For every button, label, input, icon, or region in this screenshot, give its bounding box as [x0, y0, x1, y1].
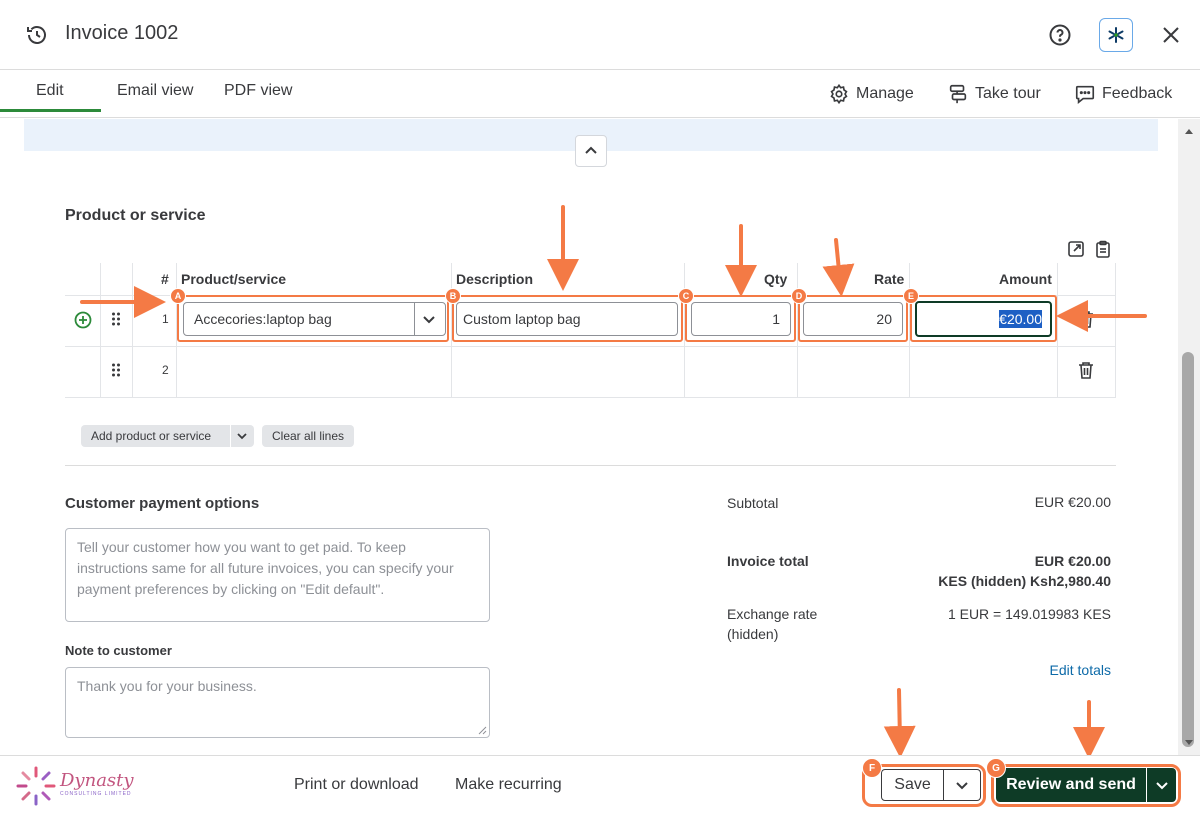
edit-totals-link[interactable]: Edit totals	[924, 662, 1111, 678]
product-section-title: Product or service	[65, 207, 206, 224]
add-product-button[interactable]: Add product or service	[81, 425, 230, 447]
history-icon[interactable]	[25, 23, 49, 47]
resize-handle-icon[interactable]	[478, 726, 487, 735]
table-col-divider	[132, 263, 133, 397]
annotation-badge-d: D	[791, 288, 807, 304]
section-divider	[65, 465, 1116, 466]
manage-button[interactable]: Manage	[828, 82, 914, 106]
annotation-box-a	[177, 295, 449, 342]
feedback-button[interactable]: Feedback	[1074, 82, 1172, 106]
scroll-down-icon[interactable]	[1184, 739, 1194, 747]
scrollbar[interactable]	[1178, 119, 1200, 755]
collapse-header-button[interactable]	[575, 135, 607, 167]
feedback-label: Feedback	[1102, 85, 1173, 102]
row-number: 2	[162, 363, 169, 377]
annotation-box-c	[685, 295, 796, 342]
review-and-send-button[interactable]: Review and send	[996, 768, 1146, 802]
invoice-total-label: Invoice total	[727, 553, 809, 569]
subtotal-label: Subtotal	[727, 495, 779, 511]
chevron-up-icon	[585, 146, 597, 154]
export-icon[interactable]	[1067, 240, 1085, 258]
invoice-footer: Dynasty CONSULTING LIMITED Print or down…	[0, 755, 1200, 819]
logo-text: Dynasty	[60, 770, 134, 791]
table-col-divider	[100, 263, 101, 397]
clear-all-lines-button[interactable]: Clear all lines	[262, 425, 355, 447]
annotation-badge-b: B	[445, 288, 461, 304]
column-header-description: Description	[456, 271, 534, 287]
note-to-customer-textarea[interactable]: Thank you for your business.	[65, 667, 490, 738]
tab-pdf-view[interactable]: PDF view	[224, 82, 292, 100]
save-button[interactable]: Save	[881, 769, 944, 801]
annotation-badge-e: E	[903, 288, 919, 304]
add-product-menu-button[interactable]	[231, 425, 254, 447]
clipboard-icon[interactable]	[1094, 240, 1112, 258]
save-options-button[interactable]	[944, 769, 981, 801]
exchange-rate-value: 1 EUR = 149.019983 KES	[947, 606, 1111, 622]
payment-options-title: Customer payment options	[65, 495, 260, 512]
note-to-customer-label: Note to customer	[65, 643, 172, 658]
logo-subtext: CONSULTING LIMITED	[60, 791, 132, 797]
exchange-rate-hidden-label: (hidden)	[727, 626, 779, 642]
take-tour-label: Take tour	[975, 85, 1041, 102]
gear-icon	[830, 83, 848, 105]
column-header-rate: Rate	[874, 271, 905, 287]
subtotal-value: EUR €20.00	[1034, 494, 1111, 510]
close-icon[interactable]	[1161, 25, 1181, 45]
exchange-rate-label: Exchange rate	[727, 606, 818, 622]
ai-assistant-icon[interactable]	[1099, 18, 1133, 52]
add-line-icon[interactable]	[74, 311, 92, 329]
scroll-up-icon[interactable]	[1184, 127, 1194, 135]
column-header-number: #	[161, 271, 169, 287]
scrollbar-thumb[interactable]	[1182, 352, 1194, 747]
payment-options-textarea[interactable]: Tell your customer how you want to get p…	[65, 528, 490, 622]
print-download-link[interactable]: Print or download	[294, 776, 419, 794]
table-col-divider	[1115, 263, 1116, 397]
chevron-down-icon	[956, 782, 968, 790]
table-col-divider	[1057, 263, 1058, 397]
active-tab-indicator	[0, 109, 101, 112]
take-tour-button[interactable]: Take tour	[947, 82, 1041, 106]
dynasty-logo-icon	[14, 764, 58, 808]
chevron-down-icon	[1155, 782, 1168, 790]
invoice-total-value: EUR €20.00	[1034, 553, 1111, 569]
table-row-divider	[65, 346, 1116, 347]
table-row-divider	[65, 397, 1116, 398]
annotation-badge-g: G	[986, 758, 1006, 778]
signpost-icon	[949, 84, 967, 104]
annotation-box-b	[452, 295, 683, 342]
invoice-total-home-currency: KES (hidden) Ksh2,980.40	[938, 573, 1111, 589]
row-number: 1	[162, 312, 169, 326]
make-recurring-link[interactable]: Make recurring	[455, 776, 562, 794]
chat-bubble-icon	[1075, 85, 1095, 104]
tab-edit[interactable]: Edit	[36, 82, 64, 100]
annotation-box-e	[910, 295, 1057, 342]
drag-handle-icon[interactable]	[111, 362, 121, 378]
help-icon[interactable]	[1048, 23, 1072, 47]
column-header-qty: Qty	[764, 271, 788, 287]
drag-handle-icon[interactable]	[111, 311, 121, 327]
review-send-options-button[interactable]	[1147, 768, 1176, 802]
chevron-down-icon	[237, 433, 247, 440]
delete-line-icon[interactable]	[1077, 360, 1095, 380]
page-title: Invoice 1002	[65, 22, 179, 44]
annotation-badge-c: C	[678, 288, 694, 304]
invoice-header: Invoice 1002	[0, 0, 1200, 70]
column-header-amount: Amount	[999, 271, 1052, 287]
annotation-box-d	[798, 295, 908, 342]
annotation-badge-f: F	[862, 758, 882, 778]
annotation-badge-a: A	[170, 288, 186, 304]
tab-email-view[interactable]: Email view	[117, 82, 193, 100]
delete-line-icon[interactable]	[1077, 309, 1095, 329]
manage-label: Manage	[856, 85, 914, 102]
invoice-form: Product or service # Product/service Des…	[24, 119, 1158, 755]
column-header-product: Product/service	[181, 271, 287, 287]
